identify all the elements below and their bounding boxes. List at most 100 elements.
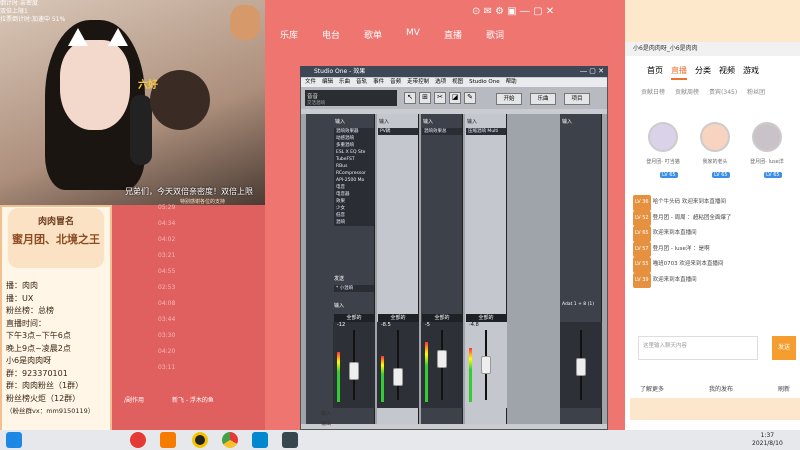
insert-slot[interactable]: 低音	[334, 212, 374, 219]
studio-title-bar[interactable]: Studio One - 效果	[300, 66, 608, 77]
nav-playlist[interactable]: 歌单	[364, 28, 382, 42]
strip-header[interactable]: 输入	[560, 118, 602, 126]
strip-header[interactable]: 输入	[377, 118, 419, 126]
song-duration[interactable]: 03:21	[158, 248, 175, 264]
song-duration[interactable]: 04:08	[158, 296, 175, 312]
strip-header[interactable]: 输入	[465, 118, 507, 126]
menu-file[interactable]: 文件	[305, 78, 316, 87]
insert-slot[interactable]: TubeFST	[334, 156, 374, 163]
menu-transport[interactable]: 走带控制	[407, 78, 429, 87]
insert-slot[interactable]: 多重混响	[334, 142, 374, 149]
song-duration[interactable]: 04:55	[158, 264, 175, 280]
eraser-tool-icon[interactable]: ◪	[449, 92, 461, 104]
tab-vip[interactable]: 贵宾(345)	[709, 86, 737, 100]
send-slot[interactable]: * 小混响	[334, 285, 374, 292]
tab-fans[interactable]: 粉丝团	[747, 86, 765, 100]
now-playing-title[interactable]: /副作用	[124, 397, 144, 404]
nav-library[interactable]: 乐库	[280, 28, 298, 42]
song-duration[interactable]: 04:20	[158, 344, 175, 360]
learn-more-link[interactable]: 了解更多	[640, 384, 664, 393]
volume-fader[interactable]	[437, 350, 447, 368]
nav-game[interactable]: 游戏	[743, 62, 759, 80]
fan-name[interactable]: 登月团- 叮当猫	[638, 158, 688, 165]
now-playing-artist[interactable]: 新飞 - 浮木的鱼	[172, 397, 214, 404]
refresh-link[interactable]: 刷新	[778, 384, 790, 393]
fan-name[interactable]: 我家的老头	[690, 158, 740, 165]
insert-slot[interactable]: ESL X EQ Ste	[334, 149, 374, 156]
insert-slot[interactable]: 少女	[334, 205, 374, 212]
strip-header[interactable]: 输入	[421, 118, 463, 126]
channel-input-select[interactable]: 全部的	[422, 314, 462, 322]
insert-slot[interactable]: API-2500 Mo	[334, 177, 374, 184]
menu-event[interactable]: 事件	[373, 78, 384, 87]
main-volume-fader[interactable]	[576, 358, 586, 376]
split-tool-icon[interactable]: ✂	[434, 92, 446, 104]
avatar[interactable]	[700, 122, 730, 152]
insert-slot[interactable]: 效果	[334, 198, 374, 205]
insert-slot[interactable]: 压缩混响 Multi	[466, 128, 506, 135]
arrow-tool-icon[interactable]: ↖	[404, 92, 416, 104]
insert-slot[interactable]: RCompressor	[334, 170, 374, 177]
studio-window-controls[interactable]: ― ▢ ✕	[580, 67, 604, 75]
menu-view[interactable]: 视图	[452, 78, 463, 87]
studio-one-icon[interactable]	[282, 432, 298, 448]
song-duration[interactable]: 02:53	[158, 280, 175, 296]
start-icon[interactable]	[6, 432, 22, 448]
fan-name[interactable]: 登月团- luse洋	[742, 158, 792, 165]
menu-options[interactable]: 选项	[435, 78, 446, 87]
nav-home[interactable]: 首页	[647, 62, 663, 80]
start-button[interactable]: 开始	[496, 93, 522, 105]
avatar[interactable]	[648, 122, 678, 152]
song-name-display[interactable]: 音音 交活混响	[305, 90, 397, 106]
nav-mv[interactable]: MV	[406, 28, 420, 42]
insert-slot[interactable]: PV耦	[378, 128, 418, 135]
insert-slot[interactable]: 动感混响	[334, 135, 374, 142]
channel-input-select[interactable]: 全部的	[466, 314, 506, 322]
chrome-icon[interactable]	[222, 432, 238, 448]
song-duration[interactable]: 05:29	[158, 200, 175, 216]
insert-slot[interactable]: 混响	[334, 219, 374, 226]
menu-audio[interactable]: 音频	[390, 78, 401, 87]
output-routing-label[interactable]: Adat 1 + 8 (1)	[562, 302, 608, 307]
song-duration[interactable]: 03:44	[158, 312, 175, 328]
insert-slot[interactable]: 混响效果器	[334, 128, 374, 135]
channel-input-select[interactable]: 全部的	[334, 314, 374, 322]
nav-live[interactable]: 直播	[671, 62, 687, 80]
menu-song[interactable]: 乐曲	[339, 78, 350, 87]
menu-edit[interactable]: 编辑	[322, 78, 333, 87]
window-controls[interactable]: ⊙ ✉ ⚙ ▣ ― ▢ ✕	[472, 6, 554, 17]
channel-input-select[interactable]: 全部的	[378, 314, 418, 322]
nav-lyrics[interactable]: 歌词	[486, 28, 504, 42]
volume-fader[interactable]	[349, 362, 359, 380]
nav-video[interactable]: 视频	[719, 62, 735, 80]
system-clock[interactable]: 1:37 2021/8/10	[752, 432, 783, 448]
netease-music-icon[interactable]	[130, 432, 146, 448]
browser-tab[interactable]: 小6是肉肉呀_小6是肉肉	[625, 42, 800, 56]
range-tool-icon[interactable]: ⊞	[419, 92, 431, 104]
tab-weekly[interactable]: 贡献周榜	[675, 86, 699, 100]
menu-track[interactable]: 音轨	[356, 78, 367, 87]
gift-bar[interactable]	[630, 398, 800, 420]
insert-slot[interactable]: 混响效果总	[422, 128, 462, 135]
song-duration[interactable]: 03:11	[158, 360, 175, 376]
nav-radio[interactable]: 电台	[322, 28, 340, 42]
insert-slot[interactable]: 电音器	[334, 191, 374, 198]
menu-studio-one[interactable]: Studio One	[469, 78, 499, 87]
volume-fader[interactable]	[393, 368, 403, 386]
insert-slot[interactable]: 电音	[334, 184, 374, 191]
song-duration[interactable]: 04:34	[158, 216, 175, 232]
app-icon[interactable]	[160, 432, 176, 448]
app-icon[interactable]	[252, 432, 268, 448]
insert-slot[interactable]: RBus	[334, 163, 374, 170]
project-button[interactable]: 项目	[564, 93, 590, 105]
paint-tool-icon[interactable]: ✎	[464, 92, 476, 104]
song-duration[interactable]: 04:02	[158, 232, 175, 248]
song-button[interactable]: 乐曲	[530, 93, 556, 105]
menu-help[interactable]: 帮助	[506, 78, 517, 87]
volume-fader[interactable]	[481, 356, 491, 374]
song-duration[interactable]: 03:30	[158, 328, 175, 344]
app-icon[interactable]	[192, 432, 208, 448]
nav-live[interactable]: 直播	[444, 28, 462, 42]
send-button[interactable]: 发送	[772, 336, 796, 360]
my-posts-link[interactable]: 我的发布	[709, 384, 733, 393]
